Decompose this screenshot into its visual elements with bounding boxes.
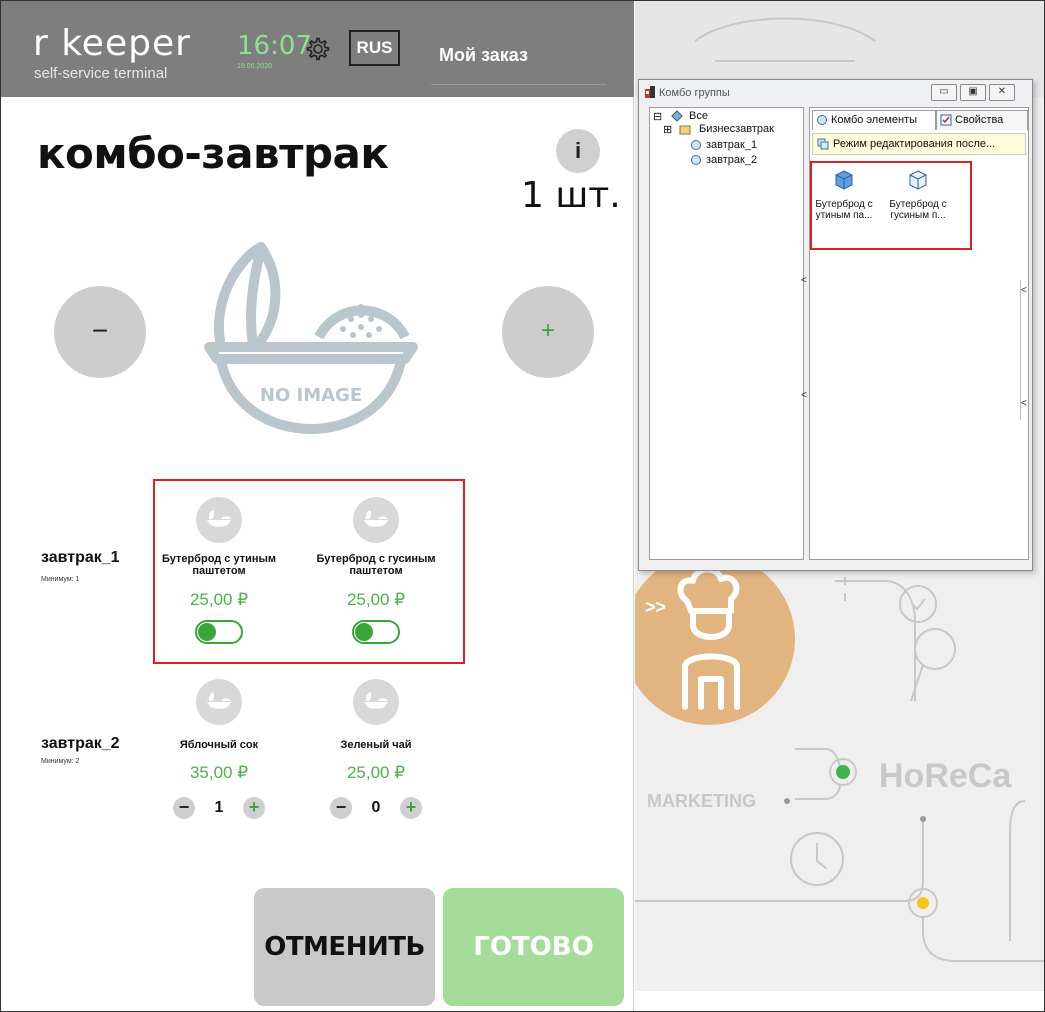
folder-icon (671, 110, 683, 122)
dialog-title: Комбо группы (659, 87, 730, 99)
no-image-placeholder-icon: NO IMAGE (204, 242, 418, 434)
stepper-plus-button[interactable]: + (243, 797, 265, 819)
info-button[interactable]: i (556, 129, 600, 173)
dish-thumbnail-icon (353, 679, 399, 725)
group-name-breakfast-1: завтрак_1 (41, 549, 120, 566)
tree-item-label: завтрак_1 (706, 139, 758, 151)
edit-mode-label: Режим редактирования после... (833, 138, 996, 150)
close-button[interactable]: ✕ (989, 84, 1015, 101)
chef-icon (635, 553, 795, 725)
done-button[interactable]: ГОТОВО (443, 888, 624, 1006)
splitter-arrow-icon[interactable]: < (1021, 285, 1027, 296)
increase-quantity-button[interactable]: + (502, 286, 594, 378)
tab-combo-elements[interactable]: Комбо элементы (812, 110, 936, 130)
dialog-titlebar[interactable]: Комбо группы ▭ ▣ ✕ (639, 80, 1032, 106)
tree-item-label: Все (689, 110, 708, 122)
kiosk-header: r keeper self-service terminal 16:07 19.… (1, 1, 634, 97)
combo-groups-dialog: Комбо группы ▭ ▣ ✕ ⊟ Все ⊞ Бизнесзавтрак… (638, 79, 1033, 571)
tab-label: Свойства (955, 114, 1004, 126)
stepper-value: 1 (214, 799, 224, 816)
screen: r keeper self-service terminal 16:07 19.… (0, 0, 1045, 1012)
clock-date: 19.06.2020 (237, 63, 273, 70)
tree-expander-icon[interactable]: ⊞ (663, 124, 672, 136)
stepper-minus-button[interactable]: − (330, 797, 352, 819)
horeca-label: HoReCa (879, 757, 1012, 795)
decrease-quantity-button[interactable]: − (54, 286, 146, 378)
group-minimum-breakfast-1: Минимум: 1 (41, 576, 80, 583)
copy-icon (817, 138, 829, 150)
brand-logo: r keeper (33, 23, 191, 64)
item-name: Зеленый чай (340, 739, 412, 751)
highlight-frame (810, 161, 972, 250)
tab-properties[interactable]: Свойства (936, 110, 1028, 130)
splitter-arrow-icon[interactable]: < (801, 275, 807, 286)
no-image-label: NO IMAGE (260, 385, 362, 406)
combo-elements-icon (817, 115, 827, 125)
group-minimum-breakfast-2: Минимум: 2 (41, 758, 80, 765)
tree-item-all[interactable]: ⊟ Все (653, 110, 708, 123)
tree-item-label: Бизнесзавтрак (699, 123, 774, 135)
group-name-breakfast-2: завтрак_2 (41, 735, 120, 752)
order-divider (431, 84, 606, 85)
dish-thumbnail-icon (196, 679, 242, 725)
gear-icon[interactable] (303, 35, 331, 63)
combo-item-green-tea[interactable]: Зеленый чай 25,00 ₽ − 0 + (306, 679, 446, 821)
combo-item-apple-juice[interactable]: Яблочный сок 35,00 ₽ − 1 + (149, 679, 289, 821)
kiosk-panel: r keeper self-service terminal 16:07 19.… (1, 1, 634, 1011)
group-folder-icon (679, 125, 691, 135)
edit-mode-bar[interactable]: Режим редактирования после... (812, 133, 1026, 155)
tree-panel: ⊟ Все ⊞ Бизнесзавтрак завтрак_1 завтрак_… (649, 107, 804, 560)
splitter-arrow-icon[interactable]: < (801, 390, 807, 401)
language-button[interactable]: RUS (349, 30, 400, 66)
highlight-frame (153, 479, 465, 664)
app-icon (645, 86, 655, 98)
quantity-stepper: − 0 + (328, 797, 424, 821)
minimize-button[interactable]: ▭ (931, 84, 957, 101)
splitter-arrow-icon[interactable]: < (1021, 398, 1027, 409)
background-footer (635, 991, 1044, 1011)
combo-group-icon (691, 155, 701, 165)
stepper-value: 0 (371, 799, 381, 816)
stepper-plus-button[interactable]: + (400, 797, 422, 819)
combo-group-icon (691, 140, 701, 150)
properties-icon (940, 114, 952, 126)
stepper-minus-button[interactable]: − (173, 797, 195, 819)
product-title: комбо-завтрак (37, 129, 389, 178)
item-name: Яблочный сок (179, 739, 259, 751)
tab-label: Комбо элементы (831, 114, 918, 126)
tree-item-business-breakfast[interactable]: ⊞ Бизнесзавтрак (663, 123, 774, 136)
marketing-label: MARKETING (647, 791, 756, 811)
item-price: 25,00 ₽ (346, 763, 406, 782)
quantity-stepper: − 1 + (171, 797, 267, 821)
chef-arrows: >> (645, 597, 667, 617)
item-price: 35,00 ₽ (189, 763, 249, 782)
tree-item-label: завтрак_2 (706, 154, 758, 166)
cancel-button[interactable]: ОТМЕНИТЬ (254, 888, 435, 1006)
brand-subtitle: self-service terminal (34, 65, 168, 82)
maximize-button[interactable]: ▣ (960, 84, 986, 101)
clock-time: 16:07 (237, 31, 312, 61)
my-order-title[interactable]: Мой заказ (439, 45, 528, 66)
quantity-label: 1 шт. (521, 175, 621, 216)
tree-expander-icon[interactable]: ⊟ (653, 111, 662, 123)
